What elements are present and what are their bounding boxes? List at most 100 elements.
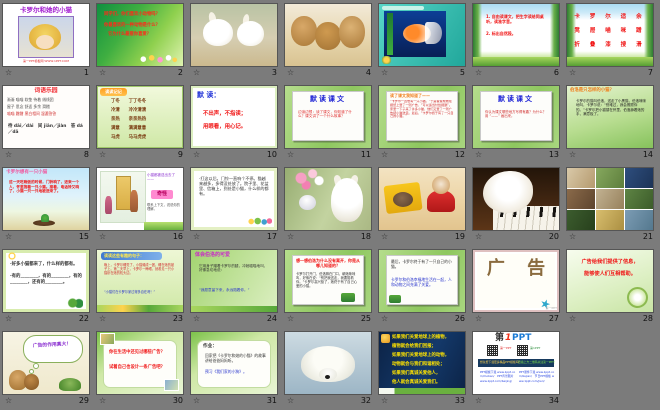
banner-text: 想免费下载更多精品PPT模板吗？	[480, 360, 522, 364]
transition-star-icon[interactable]: ☆	[381, 315, 388, 323]
transition-star-icon[interactable]: ☆	[193, 315, 200, 323]
slide-thumbnail-1[interactable]: 卡罗尔和她的小猫 第一PPT模板网 WWW.1PPT.COM	[3, 4, 89, 66]
transition-star-icon[interactable]: ☆	[287, 233, 294, 241]
slide-thumbnail-28[interactable]: 广告给我们提供了信息， 能够使人们互相帮助。	[567, 250, 653, 312]
transition-star-icon[interactable]: ☆	[5, 315, 12, 323]
slide-meta: ☆ 8	[3, 148, 91, 162]
transition-star-icon[interactable]: ☆	[287, 397, 294, 405]
slide-thumbnail-9[interactable]: 读读记记 丁冬 丁丁冬冬 冷清 冷冷清清 亲热 亲亲热热 满意 满满意意 马虎 马马虎虎	[97, 86, 183, 148]
slide-thumbnail-34[interactable]: 第 1 PPT 第一PPT 第1PPT 想免费下载更多精品PPT模板吗？ 扫描上方二维码关注…	[473, 332, 559, 394]
transition-star-icon[interactable]: ☆	[287, 315, 294, 323]
transition-star-icon[interactable]: ☆	[99, 69, 106, 77]
transition-star-icon[interactable]: ☆	[475, 151, 482, 159]
slide-thumbnail-6[interactable]: 1. 自由读课文，把生字读给同桌听，读准字音。 2. 标出自然段。	[473, 4, 559, 66]
slide-thumbnail-14[interactable]: 伯洛是只怎样的小猫？ 卡罗尔的猫叫伯洛，送走了小黑猫，伯洛咪咪地叫，卡罗尔说：“别…	[567, 86, 653, 148]
white-rabbit	[237, 21, 264, 46]
slide-thumbnail-10[interactable]: 默 读： 不出声，不指读； 用眼看，用心记。	[191, 86, 277, 148]
slide-thumbnail-4[interactable]	[285, 4, 371, 66]
question-line: 你最喜欢的一种动物是什么？	[104, 23, 160, 28]
transition-star-icon[interactable]: ☆	[475, 397, 482, 405]
slide-thumbnail-32[interactable]	[285, 332, 371, 394]
transition-star-icon[interactable]: ☆	[99, 151, 106, 159]
transition-star-icon[interactable]: ☆	[99, 397, 106, 405]
transition-star-icon[interactable]: ☆	[99, 233, 106, 241]
slide-thumbnail-8[interactable]: 词语乐园 渐渐 喵喵 软垫 待着 绒线团 屋子 思念 舒适 多余 滑稽 喵喵 蹭蹭 黑…	[3, 86, 89, 148]
slide-number: 19	[454, 232, 465, 241]
slide-number: 5	[459, 68, 465, 77]
transition-star-icon[interactable]: ☆	[193, 151, 200, 159]
slide-12-what-i-learned: 读了课文我知道了—— “卡罗尔一直想有一只小猫。”于是爸爸帮她在报纸上登了一则广告…	[379, 86, 467, 164]
slide-thumbnail-31[interactable]: 作业： 回家把《卡罗尔和她的小猫》的故事讲给爸爸妈妈听。 预习《我们家的小狗》。	[191, 332, 277, 394]
cat-photo-tile	[596, 168, 624, 188]
transition-star-icon[interactable]: ☆	[5, 151, 12, 159]
transition-star-icon[interactable]: ☆	[569, 151, 576, 159]
slide-thumbnail-30[interactable]: 你在生活中还见过哪些广告？ 试着自己也设计一条广告吧？	[97, 332, 183, 394]
slide-thumbnail-24[interactable]: 体会伯洛的可爱 它用身子蹭着卡罗尔的腿，冲她喵喵地叫，好像急切地说： “我愿意留下来…	[191, 250, 277, 312]
transition-star-icon[interactable]: ☆	[99, 315, 106, 323]
slide-thumbnail-20[interactable]	[473, 168, 559, 230]
message-line: 如果我们关爱地球上的植物，	[392, 335, 450, 340]
slide-thumbnail-3[interactable]	[191, 4, 277, 66]
slide-meta: ☆ 25	[285, 312, 373, 326]
transition-star-icon[interactable]: ☆	[381, 397, 388, 405]
slide-number: 9	[177, 150, 183, 159]
transition-star-icon[interactable]: ☆	[569, 69, 576, 77]
body-text: 它用身子蹭着卡罗尔的腿，冲她喵喵地叫，好像急切地说：	[199, 264, 268, 273]
slide-thumbnail-18[interactable]	[285, 168, 371, 230]
slide-thumbnail-33[interactable]: 如果我们关爱地球上的植物， 植物就会给我们回报； 如果我们关爱地球上的动物， 动物就会…	[379, 332, 465, 394]
slide-title: 读了课文我知道了——	[390, 93, 430, 98]
transition-star-icon[interactable]: ☆	[287, 151, 294, 159]
transition-star-icon[interactable]: ☆	[193, 233, 200, 241]
slide-thumbnail-17[interactable]: ·打这以后，门铃一直响个不停。猫越来越多，多得没处放了。院子里、花盆里、信箱上，…	[191, 168, 277, 230]
slide-thumbnail-7[interactable]: 卡 罗 尔 适 余凳 屉 喵 咪 蹭折 叠 漆 搜 滑	[567, 4, 653, 66]
slide-27-advertisement: 广 告 ★ 第一PPT ☆ 27	[473, 250, 561, 328]
transition-star-icon[interactable]: ☆	[5, 233, 12, 241]
transition-star-icon[interactable]: ☆	[475, 315, 482, 323]
transition-star-icon[interactable]: ☆	[5, 69, 12, 77]
transition-star-icon[interactable]: ☆	[475, 233, 482, 241]
slide-thumbnail-22[interactable]: ·好多小猫都来了，什么样的都有。 ·有的________，有的________，有…	[3, 250, 89, 312]
transition-star-icon[interactable]: ☆	[5, 397, 12, 405]
transition-star-icon[interactable]: ☆	[381, 151, 388, 159]
slide-number: 20	[548, 232, 559, 241]
water-plant	[387, 13, 393, 55]
transition-star-icon[interactable]: ☆	[287, 69, 294, 77]
slide-22-fill-blanks: ·好多小猫都来了，什么样的都有。 ·有的________，有的________，有…	[3, 250, 91, 328]
message-line: 如果我们真诚关爱他人，	[392, 371, 441, 376]
character-row: 折 叠 漆 搜 滑	[574, 42, 646, 48]
transition-star-icon[interactable]: ☆	[381, 233, 388, 241]
transition-star-icon[interactable]: ☆	[569, 315, 576, 323]
slide-thumbnail-13[interactable]: 默读课文 你认为课文哪些地方写得有趣？为什么？用 “——” 画出来。	[473, 86, 559, 148]
body-text: ·打这以后，门铃一直响个不停。猫越来越多，多得没处放了。院子里、花盆里、信箱上，…	[199, 176, 269, 197]
slide-thumbnail-5[interactable]	[379, 4, 465, 66]
slide-thumbnail-27[interactable]: 广 告 ★ 第一PPT	[473, 250, 559, 312]
slide-thumbnail-23[interactable]: 读读这些有趣的句子： 晚上，卡罗尔睡觉了，小猫蜷成一团，睡在她的被子上。第二天早上…	[97, 250, 183, 312]
slide-thumbnail-25[interactable]: 想一想伯洛为什么没有离开，你是从哪儿知道的？ 卡罗尔打开门，伯洛蹲在门口，朝她咪咪…	[285, 250, 371, 312]
slide-number: 33	[454, 396, 465, 405]
slide-thumbnail-21[interactable]	[567, 168, 653, 230]
transition-star-icon[interactable]: ☆	[193, 397, 200, 405]
slide-thumbnail-12[interactable]: 读了课文我知道了—— “卡罗尔一直想有一只小猫。”于是爸爸帮她在报纸上登了一则广告…	[379, 86, 465, 148]
frame-bar	[382, 6, 424, 10]
slide-thumbnail-29[interactable]: 广告的作用真大！	[3, 332, 89, 394]
slide-2-questions: 同学们，你们喜欢小动物吗？ 你最喜欢的一种动物是什么？ 它为什么最惹你喜爱？ ☆ 2	[97, 4, 185, 82]
slide-meta: ☆ 20	[473, 230, 561, 244]
slide-thumbnail-11[interactable]: 默读课文 边读边想：读了课文，你知道了什么？课文讲了一个什么故事？	[285, 86, 371, 148]
transition-star-icon[interactable]: ☆	[193, 69, 200, 77]
slide-meta: ☆ 13	[473, 148, 561, 162]
transition-star-icon[interactable]: ☆	[475, 69, 482, 77]
slide-thumbnail-2[interactable]: 同学们，你们喜欢小动物吗？ 你最喜欢的一种动物是什么？ 它为什么最惹你喜爱？	[97, 4, 183, 66]
slide-thumbnail-19[interactable]	[379, 168, 465, 230]
slide-thumbnail-26[interactable]: 最后，卡罗尔终于有了一只自己的小猫。 卡罗尔和伯洛幸福地生活在一起，人和动物之间充…	[379, 250, 465, 312]
slide-thumbnail-16[interactable]: 小猫都被送出去了—— 奇怪 联系上下文，说说你的理解。	[97, 168, 183, 230]
body-text: 你认为课文哪些地方写得有趣？为什么？用 “——” 画出来。	[485, 110, 547, 119]
watermark: 第一PPT	[545, 306, 557, 311]
slide-number: 14	[642, 150, 653, 159]
transition-star-icon[interactable]: ☆	[569, 233, 576, 241]
flowers-decoration	[137, 52, 179, 65]
transition-star-icon[interactable]: ☆	[381, 69, 388, 77]
grass-decoration	[97, 305, 183, 312]
slide-thumbnail-15[interactable]: 卡罗尔想有一只小猫 这一天吃晚饭的时候，门铃响了，进来一个人，怀里抱着一只小猫。接…	[3, 168, 89, 230]
rule-line: 不出声，不指读；	[203, 111, 247, 117]
slide-number: 31	[266, 396, 277, 405]
